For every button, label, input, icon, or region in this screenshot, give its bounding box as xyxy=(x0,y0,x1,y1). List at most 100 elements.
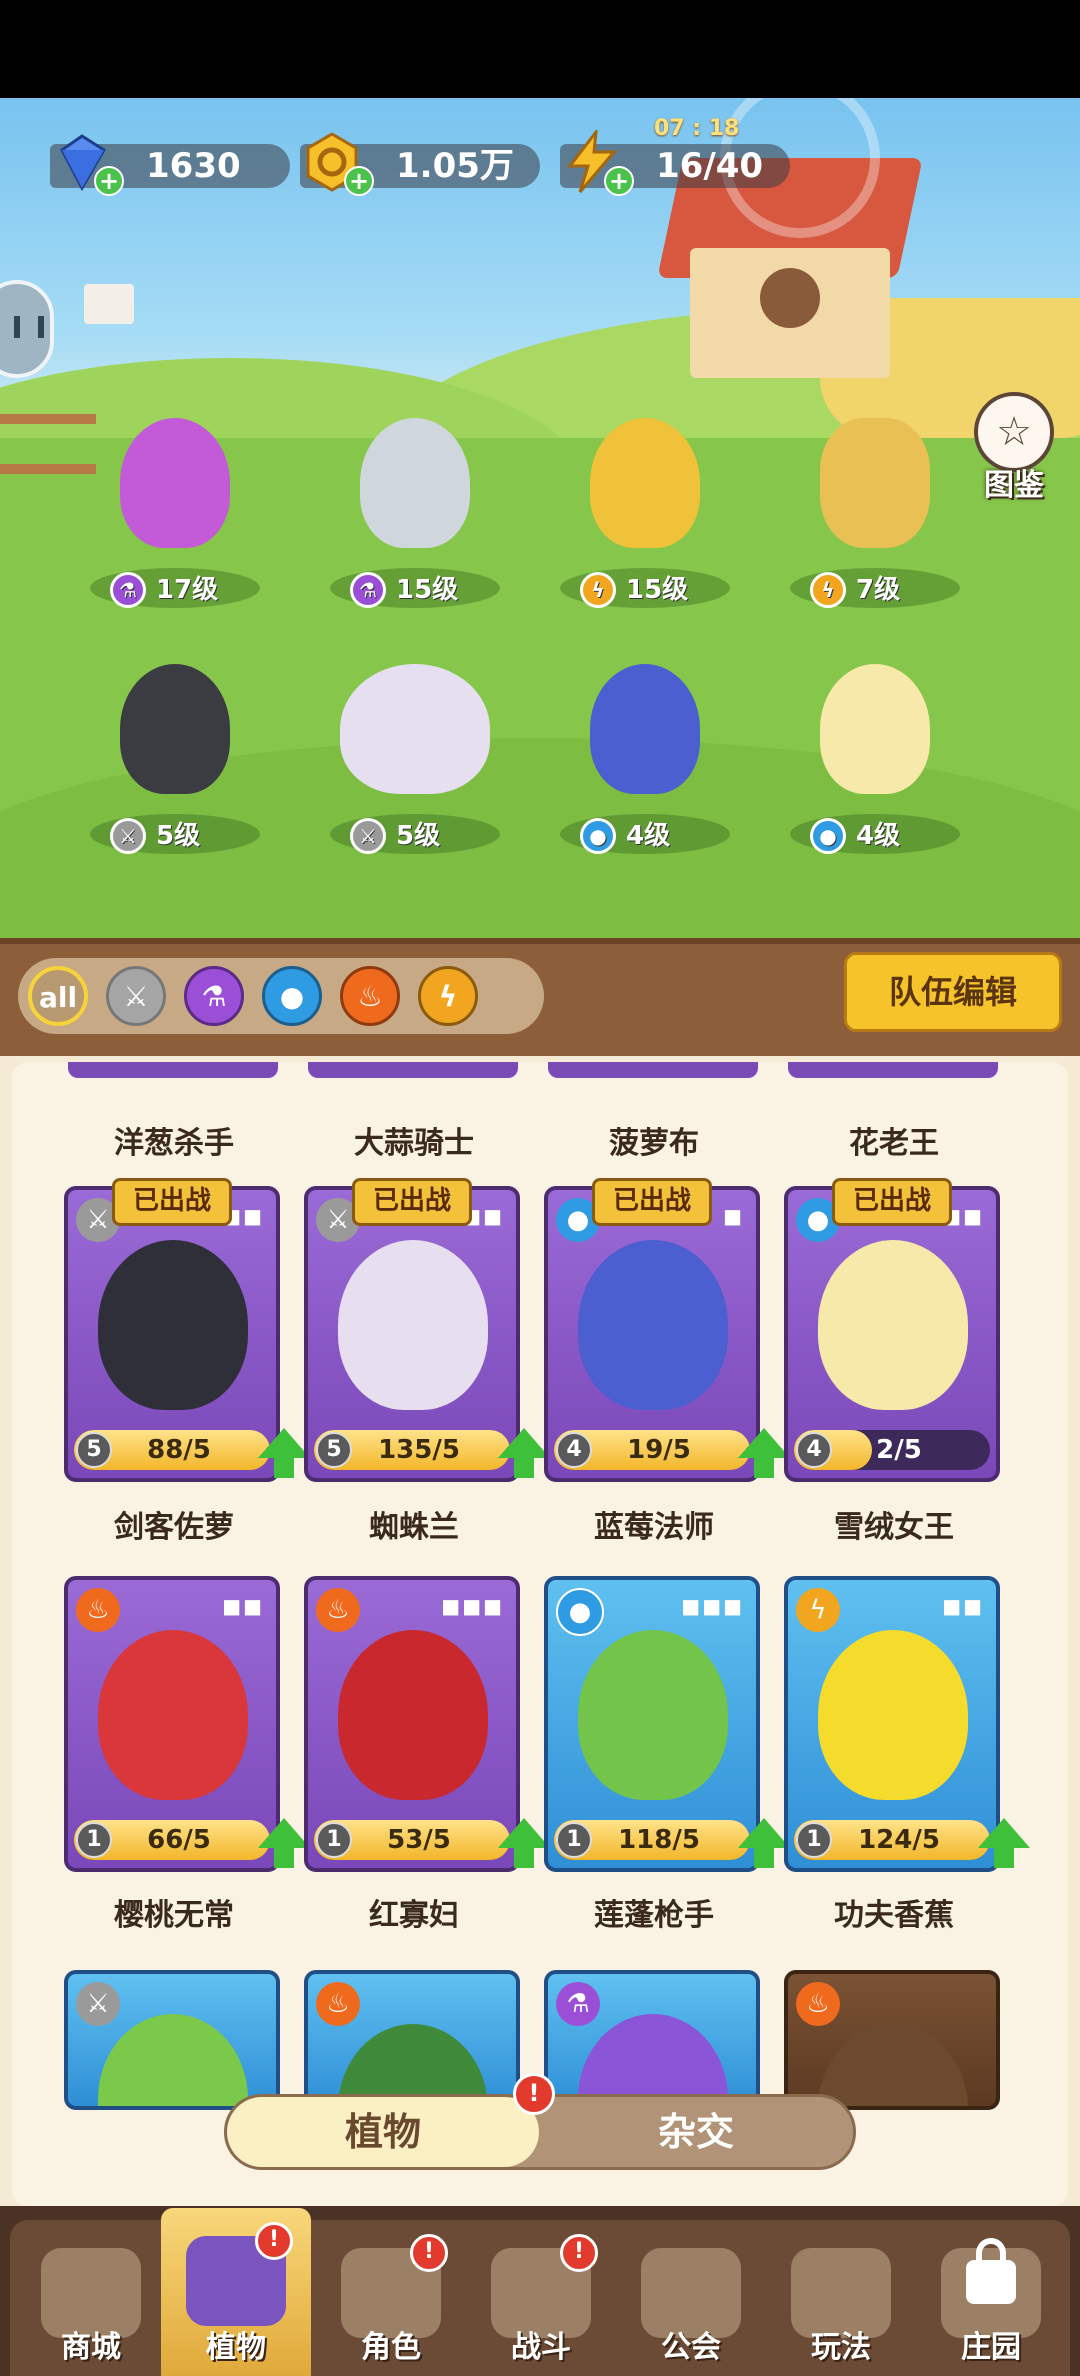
plant-card[interactable]: ⚔ ■■ 5 88/5 xyxy=(64,1186,280,1482)
plant-card[interactable]: ⚔ xyxy=(64,1970,280,2110)
energy-timer: 07 : 18 xyxy=(654,116,740,141)
deployed-badge: 已出战 xyxy=(111,1178,233,1226)
card-level: 1 xyxy=(316,1822,352,1858)
plant-card[interactable]: ● ■■ 4 2/5 xyxy=(784,1186,1000,1482)
shard-progress: 1 118/5 xyxy=(554,1820,750,1860)
energy-counter[interactable]: + 16/40 xyxy=(560,126,790,196)
plant-card[interactable]: ⚗ xyxy=(544,1970,760,2110)
nav-gameplay[interactable]: 玩法 xyxy=(766,2220,916,2376)
shard-progress: 1 66/5 xyxy=(74,1820,270,1860)
plant-name: 红寡妇 xyxy=(369,1898,459,1933)
poison-flask-icon[interactable]: ⚗ xyxy=(184,966,244,1026)
plant-card[interactable]: ⚔ ■■■ 5 135/5 xyxy=(304,1186,520,1482)
shard-progress: 4 2/5 xyxy=(794,1430,990,1470)
upgrade-arrow-icon[interactable] xyxy=(978,1818,1030,1868)
plant-card[interactable]: ♨ xyxy=(304,1970,520,2110)
nav-characters[interactable]: ! 角色 xyxy=(316,2220,466,2376)
plant-level: ● 4级 xyxy=(580,816,670,856)
sword-icon[interactable]: ⚔ xyxy=(106,966,166,1026)
plant-name: 大蒜骑士 xyxy=(354,1126,474,1161)
nav-label: 玩法 xyxy=(811,2330,871,2365)
garden-scene: ⚗ 17级 ⚗ 15级 ϟ 15级 ϟ 7级 ⚔ 5级 ⚔ 5级 ● 4级 ● 4级 xyxy=(0,98,1080,940)
deployed-badge: 已出战 xyxy=(351,1178,473,1226)
gem-amount: 1630 xyxy=(146,146,241,186)
team-plant-flower-king[interactable]: ϟ 7级 xyxy=(790,408,960,608)
fire-icon: ♨ xyxy=(316,1588,360,1632)
notification-badge: ! xyxy=(410,2234,448,2272)
plant-card[interactable]: ϟ ■■ 1 124/5 xyxy=(784,1576,1000,1872)
plant-portrait xyxy=(120,664,230,794)
plant-portrait xyxy=(578,1630,728,1800)
upgrade-arrow-icon[interactable] xyxy=(498,1818,550,1868)
plant-card[interactable]: ♨ ■■■ 1 53/5 xyxy=(304,1576,520,1872)
plant-portrait xyxy=(818,1240,968,1410)
resource-bar: + 1630 + 1.05万 + 16/40 xyxy=(0,100,1080,200)
hybrid-tab[interactable]: 杂交 xyxy=(539,2097,853,2167)
plants-tab[interactable]: 植物 xyxy=(227,2097,539,2167)
plant-portrait xyxy=(820,664,930,794)
nav-label: 庄园 xyxy=(961,2330,1021,2365)
upgrade-arrow-icon[interactable] xyxy=(258,1428,310,1478)
grid-shape-icon: ■ xyxy=(723,1204,744,1228)
lightning-icon[interactable]: ϟ xyxy=(418,966,478,1026)
card-progress: 2/5 xyxy=(876,1435,922,1465)
water-drop-icon[interactable]: ● xyxy=(262,966,322,1026)
plant-portrait xyxy=(818,1630,968,1800)
notification-badge: ! xyxy=(513,2073,555,2115)
upgrade-arrow-icon[interactable] xyxy=(738,1428,790,1478)
codex-button[interactable]: ☆ 图鉴 xyxy=(964,392,1064,504)
card-level: 5 xyxy=(76,1432,112,1468)
plant-level: ⚔ 5级 xyxy=(110,816,200,856)
nav-battle[interactable]: ! 战斗 xyxy=(466,2220,616,2376)
add-coins-icon[interactable]: + xyxy=(344,166,374,196)
plant-card[interactable]: ● ■ 4 19/5 xyxy=(544,1186,760,1482)
plant-name: 功夫香蕉 xyxy=(834,1898,954,1933)
poison-flask-icon: ⚗ xyxy=(556,1982,600,2026)
side-menu-button[interactable] xyxy=(0,280,54,378)
codex-label: 图鉴 xyxy=(984,468,1044,503)
water-drop-icon: ● xyxy=(810,818,846,854)
energy-amount: 16/40 xyxy=(656,146,764,186)
team-plant-blueberry-mage[interactable]: ● 4级 xyxy=(560,654,730,854)
team-plant-snow-queen[interactable]: ● 4级 xyxy=(790,654,960,854)
nav-shop[interactable]: 商城 xyxy=(16,2220,166,2376)
deployed-badge: 已出战 xyxy=(591,1178,713,1226)
add-gems-icon[interactable]: + xyxy=(94,166,124,196)
plant-card[interactable]: ♨ xyxy=(784,1970,1000,2110)
upgrade-arrow-icon[interactable] xyxy=(258,1818,310,1868)
plant-name: 蜘蛛兰 xyxy=(369,1510,459,1545)
plant-name: 花老王 xyxy=(849,1126,939,1161)
plant-collection-panel: 洋葱杀手 大蒜骑士 菠萝布 花老王 ⚔ ■■ 5 88/5 已出战 ⚔ ■■■ 5… xyxy=(0,1056,1080,2206)
team-plant-pineapple[interactable]: ϟ 15级 xyxy=(560,408,730,608)
coin-counter[interactable]: + 1.05万 xyxy=(300,132,540,196)
nav-guild[interactable]: 公会 xyxy=(616,2220,766,2376)
plant-name: 洋葱杀手 xyxy=(114,1126,234,1161)
card-level: 1 xyxy=(76,1822,112,1858)
gem-counter[interactable]: + 1630 xyxy=(50,134,290,196)
lightning-icon: ϟ xyxy=(580,572,616,608)
water-drop-icon: ● xyxy=(580,818,616,854)
fence xyxy=(0,414,96,474)
filter-all[interactable]: all xyxy=(28,966,88,1026)
plant-card[interactable]: ♨ ■■ 1 66/5 xyxy=(64,1576,280,1872)
add-energy-icon[interactable]: + xyxy=(604,166,634,196)
plant-portrait xyxy=(98,1630,248,1800)
distant-house xyxy=(84,284,134,324)
upgrade-arrow-icon[interactable] xyxy=(498,1428,550,1478)
team-plant-spider-orchid[interactable]: ⚔ 5级 xyxy=(330,654,500,854)
plant-portrait xyxy=(338,1240,488,1410)
fire-icon[interactable]: ♨ xyxy=(340,966,400,1026)
upgrade-arrow-icon[interactable] xyxy=(738,1818,790,1868)
plant-grid: 洋葱杀手 大蒜骑士 菠萝布 花老王 ⚔ ■■ 5 88/5 已出战 ⚔ ■■■ 5… xyxy=(12,1062,1068,2206)
team-plant-swordsman-carrot[interactable]: ⚔ 5级 xyxy=(90,654,260,854)
nav-label: 角色 xyxy=(361,2330,421,2365)
plant-card[interactable]: ● ■■■ 1 118/5 xyxy=(544,1576,760,1872)
status-bar xyxy=(0,0,1080,98)
team-plant-garlic-knight[interactable]: ⚗ 15级 xyxy=(330,408,500,608)
team-edit-button[interactable]: 队伍编辑 xyxy=(844,952,1062,1032)
nav-manor[interactable]: 庄园 xyxy=(916,2220,1066,2376)
nav-plants[interactable]: ! 植物 xyxy=(161,2208,311,2376)
shard-progress: 5 135/5 xyxy=(314,1430,510,1470)
notification-badge: ! xyxy=(255,2222,293,2260)
team-plant-onion-killer[interactable]: ⚗ 17级 xyxy=(90,408,260,608)
